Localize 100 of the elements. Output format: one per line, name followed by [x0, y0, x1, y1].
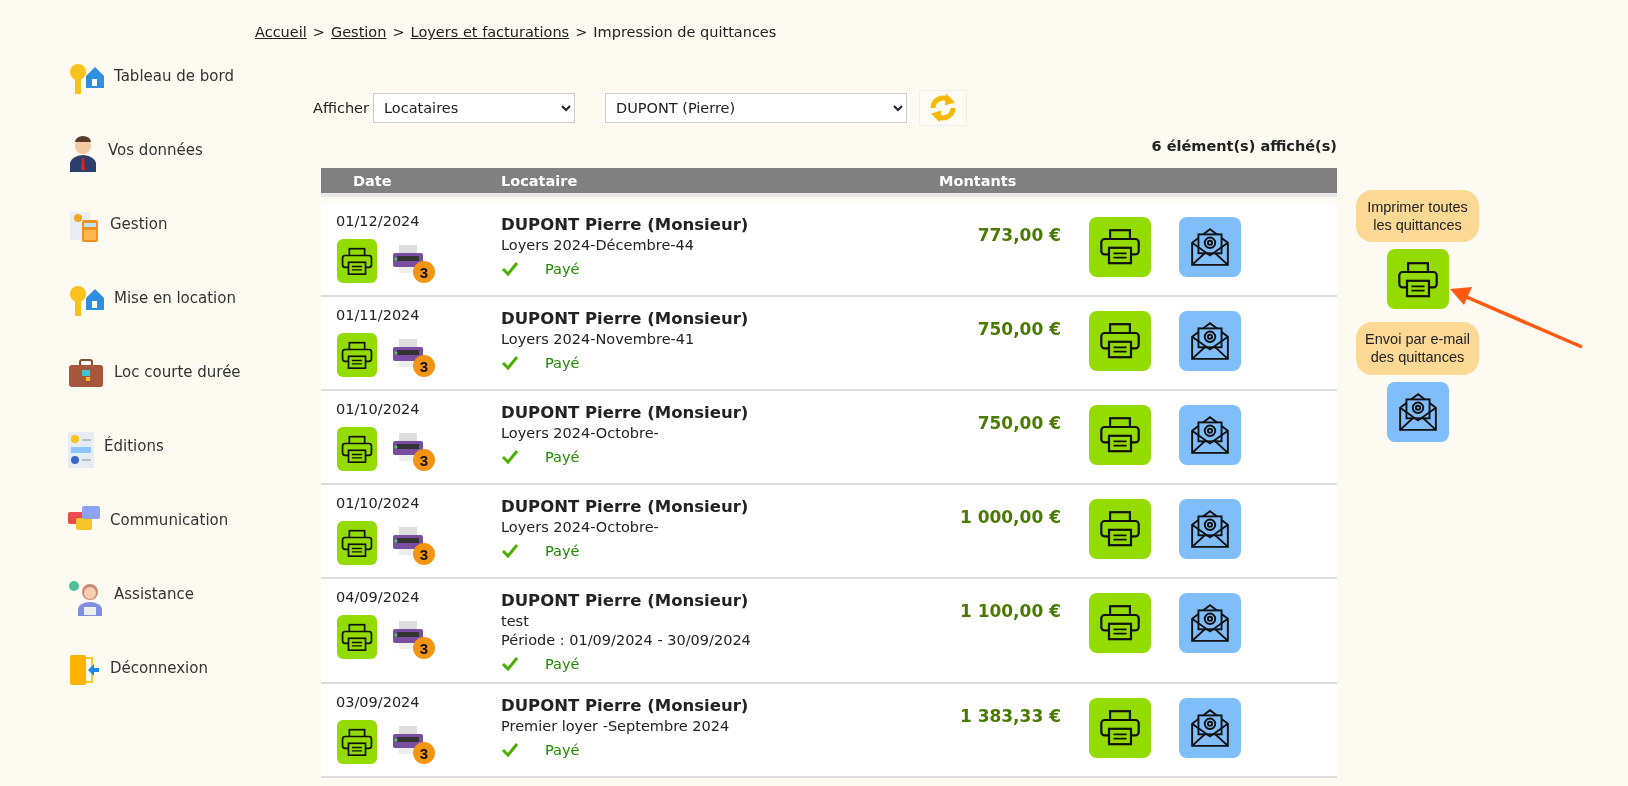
print-button[interactable]: [337, 427, 377, 471]
sidebar-item[interactable]: Mise en location: [0, 284, 255, 358]
print-button[interactable]: [1089, 593, 1151, 653]
tenant-name: DUPONT Pierre (Monsieur): [501, 403, 750, 422]
email-button[interactable]: [1179, 405, 1241, 465]
print-button[interactable]: [337, 239, 377, 283]
copies-badge: 3: [413, 637, 435, 659]
tenant-name: DUPONT Pierre (Monsieur): [501, 497, 750, 516]
email-button[interactable]: [1179, 217, 1241, 277]
printer-icon: [1098, 416, 1142, 454]
description-text: Période : 01/09/2024 - 30/09/2024: [501, 632, 752, 648]
status-text: Payé: [545, 261, 580, 277]
print-button[interactable]: [337, 720, 377, 764]
printer-icon: [340, 434, 374, 464]
amount-text: 750,00 €: [977, 413, 1061, 435]
tenant-dropdown[interactable]: DUPONT (Pierre): [605, 93, 907, 123]
date-text: 01/10/2024: [335, 495, 421, 511]
sidebar-item[interactable]: Tableau de bord: [0, 62, 255, 136]
print-button[interactable]: [337, 615, 377, 659]
date-text: 03/09/2024: [335, 694, 421, 710]
sidebar-item[interactable]: Communication: [0, 506, 255, 580]
printer-icon: [340, 340, 374, 370]
calculator-icon: [68, 210, 100, 244]
envelope-icon: [1189, 602, 1231, 644]
print-button[interactable]: [1089, 698, 1151, 758]
printer-icon: [340, 528, 374, 558]
breadcrumb-link[interactable]: Loyers et facturations: [410, 24, 570, 40]
column-header: Locataire: [501, 172, 579, 189]
breadcrumb-separator: >: [392, 24, 405, 40]
envelope-icon: [1189, 508, 1231, 550]
email-button[interactable]: [1179, 499, 1241, 559]
chat-bubbles-icon: [68, 506, 100, 532]
breadcrumb-separator: >: [312, 24, 325, 40]
print-button[interactable]: [1089, 217, 1151, 277]
printer-icon: [1098, 510, 1142, 548]
printer-icon: [1395, 260, 1440, 298]
report-icon: [68, 432, 94, 468]
email-all-label: Envoi par e-mail des quittances: [1356, 322, 1479, 375]
print-button[interactable]: [1089, 405, 1151, 465]
amount-text: 1 000,00 €: [959, 507, 1061, 529]
email-button[interactable]: [1179, 593, 1241, 653]
support-agent-icon: [68, 580, 104, 616]
printer-icon: [340, 622, 374, 652]
email-all-button[interactable]: [1386, 381, 1449, 442]
breadcrumb-separator: >: [575, 24, 588, 40]
column-header: Date: [352, 172, 393, 189]
amount-text: 750,00 €: [977, 319, 1061, 341]
email-button[interactable]: [1179, 311, 1241, 371]
filter-label: Afficher: [313, 100, 369, 116]
sidebar-item[interactable]: Assistance: [0, 580, 255, 654]
print-all-label: Imprimer toutes les quittances: [1356, 190, 1479, 243]
envelope-icon: [1189, 226, 1231, 268]
check-icon: [501, 656, 519, 672]
sidebar-item[interactable]: Vos données: [0, 136, 255, 210]
copies-badge: 3: [413, 742, 435, 764]
key-house-icon: [68, 62, 104, 96]
tenant-name: DUPONT Pierre (Monsieur): [501, 309, 750, 328]
key-house-icon: [68, 284, 104, 318]
exit-door-icon: [68, 654, 100, 686]
check-icon: [501, 261, 519, 277]
description-text: test: [501, 613, 530, 629]
printer-icon: [1098, 322, 1142, 360]
print-button[interactable]: [1089, 499, 1151, 559]
print-all-button[interactable]: [1386, 249, 1449, 310]
sidebar-item[interactable]: Gestion: [0, 210, 255, 284]
tenant-name: DUPONT Pierre (Monsieur): [501, 215, 750, 234]
check-icon: [501, 742, 519, 758]
print-button[interactable]: [337, 521, 377, 565]
check-icon: [501, 449, 519, 465]
person-icon: [68, 136, 98, 172]
description-text: Loyers 2024-Octobre-: [501, 519, 660, 535]
printer-icon: [340, 246, 374, 276]
sidebar-item[interactable]: Loc courte durée: [0, 358, 255, 432]
description-text: Premier loyer -Septembre 2024: [501, 718, 731, 734]
status-text: Payé: [545, 449, 580, 465]
check-icon: [501, 543, 519, 559]
status-text: Payé: [545, 543, 580, 559]
print-button[interactable]: [337, 333, 377, 377]
suitcase-icon: [68, 358, 104, 388]
description-text: Loyers 2024-Octobre-: [501, 425, 660, 441]
description-text: Loyers 2024-Décembre-44: [501, 237, 695, 253]
item-count: 6 élément(s) affiché(s): [1151, 138, 1337, 154]
email-button[interactable]: [1179, 698, 1241, 758]
page-title: Impression de quittances: [593, 24, 777, 40]
print-button[interactable]: [1089, 311, 1151, 371]
copies-badge: 3: [413, 543, 435, 565]
amount-text: 773,00 €: [977, 225, 1061, 247]
description-text: Loyers 2024-Novembre-41: [501, 331, 696, 347]
envelope-icon: [1189, 414, 1231, 456]
tenant-name: DUPONT Pierre (Monsieur): [501, 696, 750, 715]
type-dropdown[interactable]: Locataires: [373, 93, 575, 123]
copies-badge: 3: [413, 449, 435, 471]
check-icon: [501, 355, 519, 371]
copies-badge: 3: [413, 355, 435, 377]
breadcrumb-link[interactable]: Accueil: [255, 24, 307, 40]
tenant-name: DUPONT Pierre (Monsieur): [501, 591, 750, 610]
date-text: 01/10/2024: [335, 401, 421, 417]
breadcrumb-link[interactable]: Gestion: [330, 24, 387, 40]
sidebar-item[interactable]: Déconnexion: [0, 654, 255, 728]
sidebar-item[interactable]: Éditions: [0, 432, 255, 506]
